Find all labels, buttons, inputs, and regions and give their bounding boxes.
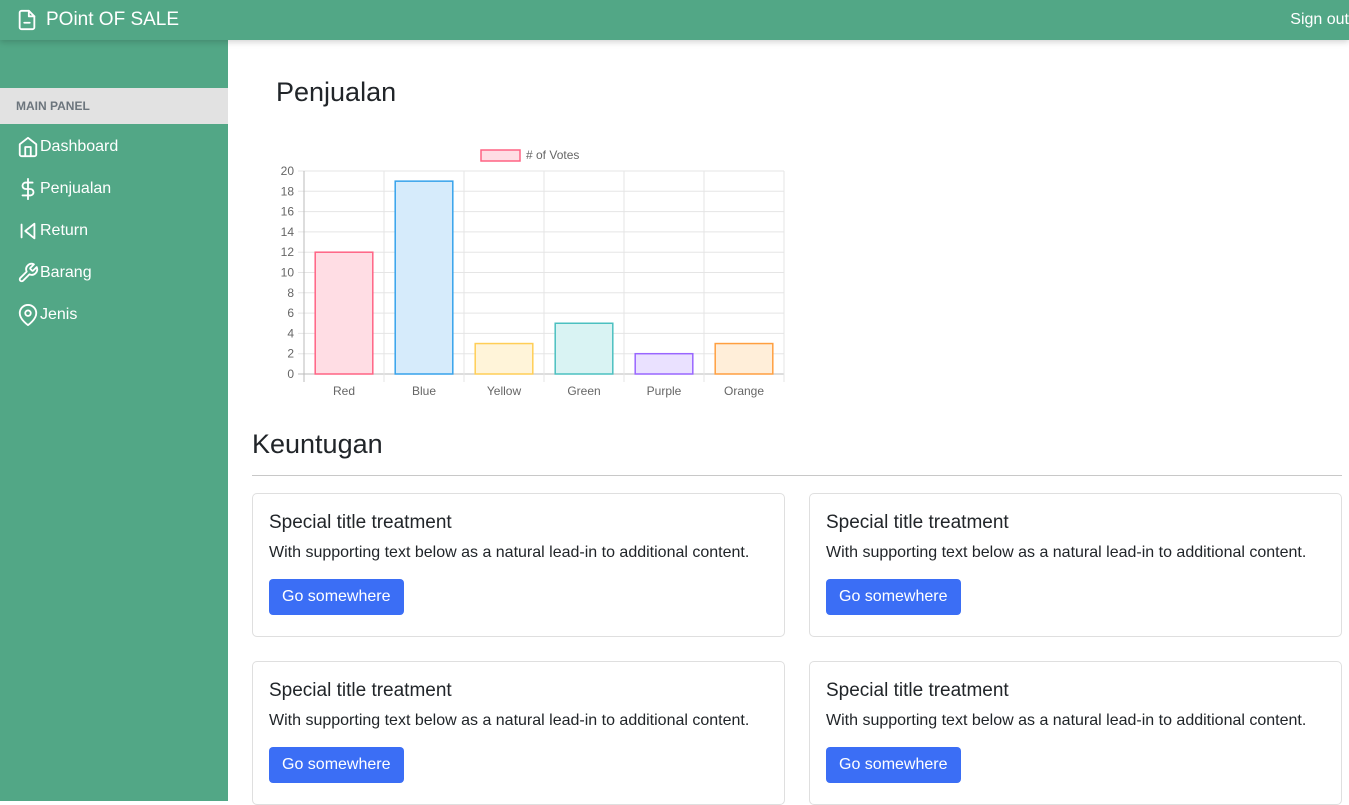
x-tick-label: Orange xyxy=(724,384,764,398)
skip-back-icon xyxy=(20,222,36,240)
card-text: With supporting text below as a natural … xyxy=(269,544,750,561)
x-tick-label: Purple xyxy=(647,384,682,398)
card-text: With supporting text below as a natural … xyxy=(269,712,750,729)
card-title: Special title treatment xyxy=(269,512,452,533)
sidebar: MAIN PANEL Dashboard Penjualan Return Ba… xyxy=(0,40,228,801)
x-tick-label: Yellow xyxy=(487,384,522,398)
dollar-icon xyxy=(21,178,35,200)
sidebar-item-return[interactable]: Return xyxy=(0,210,228,252)
brand[interactable]: POint OF SALE xyxy=(16,0,179,40)
go-somewhere-button[interactable]: Go somewhere xyxy=(826,747,961,783)
y-tick-label: 20 xyxy=(281,164,295,178)
y-tick-label: 6 xyxy=(287,306,294,320)
y-tick-label: 10 xyxy=(281,266,295,280)
divider xyxy=(252,475,1342,476)
bar xyxy=(394,180,454,375)
sidebar-item-dashboard[interactable]: Dashboard xyxy=(0,126,228,168)
x-tick-label: Green xyxy=(567,384,600,398)
x-tick-label: Blue xyxy=(412,384,436,398)
sidebar-item-penjualan[interactable]: Penjualan xyxy=(0,168,228,210)
card-text: With supporting text below as a natural … xyxy=(826,712,1307,729)
sidebar-section-heading: MAIN PANEL xyxy=(0,88,228,124)
brand-label: POint OF SALE xyxy=(46,9,180,30)
page-title: Penjualan xyxy=(276,77,397,107)
go-somewhere-button[interactable]: Go somewhere xyxy=(826,579,961,615)
bar xyxy=(554,322,614,375)
map-pin-icon xyxy=(18,304,38,326)
top-navbar: POint OF SALE Sign out xyxy=(0,0,1349,40)
sales-bar-chart: # of Votes 0 2 4 6 8 10 12 14 16 18 20 Red Blue Yellow… xyxy=(281,148,785,398)
sidebar-item-label: Return xyxy=(40,222,89,239)
sidebar-item-label: Dashboard xyxy=(40,138,119,155)
go-somewhere-button[interactable]: Go somewhere xyxy=(269,579,404,615)
main-content: Penjualan # of Votes 0 2 4 6 8 10 12 14 16 18 20 Red… xyxy=(228,40,1349,805)
card: Special title treatment With supporting … xyxy=(252,661,785,805)
sidebar-item-label: Jenis xyxy=(40,306,78,323)
card: Special title treatment With supporting … xyxy=(809,661,1342,805)
card: Special title treatment With supporting … xyxy=(252,493,785,637)
section-title: Keuntugan xyxy=(252,429,383,459)
card-text: With supporting text below as a natural … xyxy=(826,544,1307,561)
y-tick-label: 12 xyxy=(281,245,295,259)
y-tick-label: 14 xyxy=(281,225,295,239)
y-tick-label: 2 xyxy=(287,347,294,361)
y-tick-label: 8 xyxy=(287,286,294,300)
sign-out-link[interactable]: Sign out xyxy=(1290,0,1349,40)
y-tick-label: 4 xyxy=(287,326,294,340)
sidebar-item-barang[interactable]: Barang xyxy=(0,252,228,294)
card-title: Special title treatment xyxy=(826,680,1009,701)
sidebar-item-label: Penjualan xyxy=(40,180,112,197)
sidebar-item-label: Barang xyxy=(40,264,92,281)
go-somewhere-button[interactable]: Go somewhere xyxy=(269,747,404,783)
file-icon xyxy=(18,9,36,31)
legend-swatch xyxy=(480,149,521,162)
y-tick-label: 0 xyxy=(287,367,294,381)
bar xyxy=(314,251,374,375)
sidebar-nav: Dashboard Penjualan Return Barang Jenis xyxy=(0,126,228,336)
sidebar-item-jenis[interactable]: Jenis xyxy=(0,294,228,336)
home-icon xyxy=(18,136,38,158)
card-title: Special title treatment xyxy=(826,512,1009,533)
card-title: Special title treatment xyxy=(269,680,452,701)
bar xyxy=(714,342,774,375)
x-tick-label: Red xyxy=(333,384,355,398)
tool-icon xyxy=(18,262,39,283)
bar xyxy=(634,352,694,375)
legend-label: # of Votes xyxy=(526,148,579,162)
y-tick-label: 16 xyxy=(281,205,295,219)
y-tick-label: 18 xyxy=(281,184,295,198)
bar xyxy=(474,342,534,375)
card: Special title treatment With supporting … xyxy=(809,493,1342,637)
